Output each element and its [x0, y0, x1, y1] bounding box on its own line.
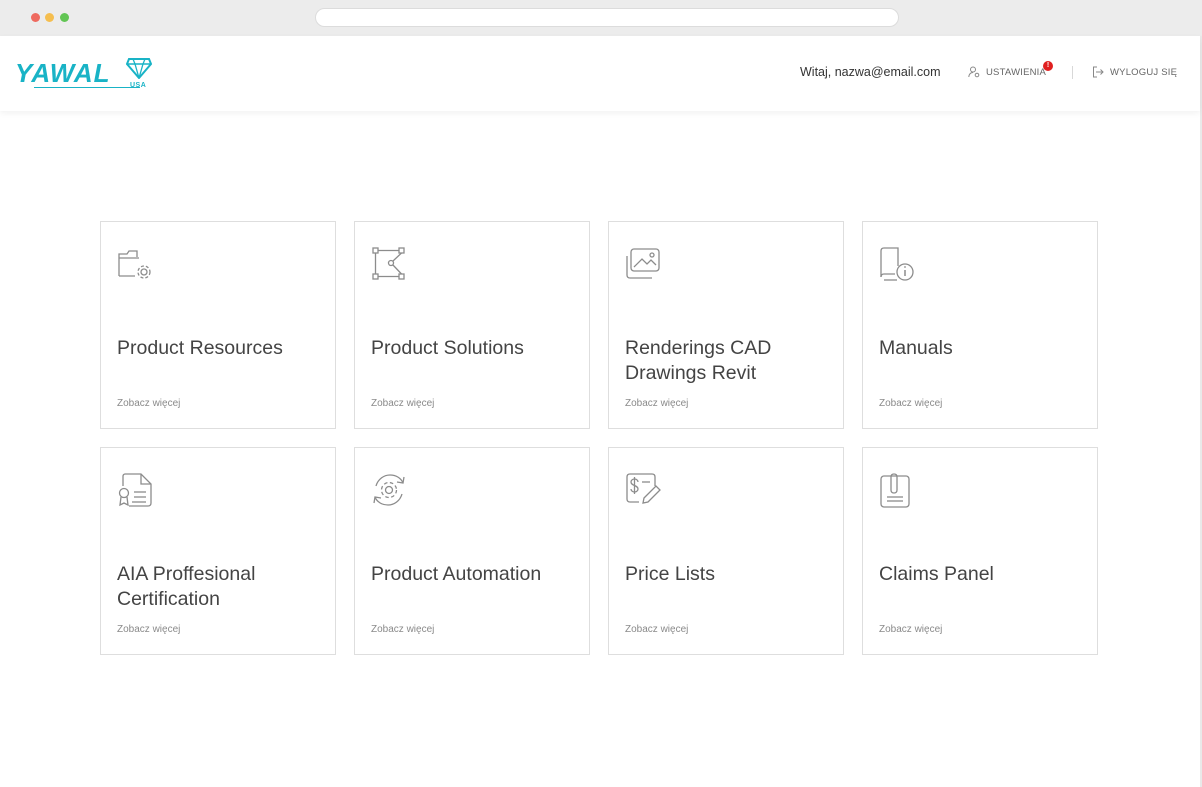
card-title: Renderings CAD Drawings Revit	[625, 337, 772, 384]
logo-sub: USA	[130, 82, 147, 89]
maximize-window-dot[interactable]	[60, 13, 69, 22]
browser-chrome	[0, 0, 1202, 36]
certificate-document-icon	[118, 473, 152, 507]
vector-nodes-icon	[372, 247, 405, 280]
card-link[interactable]: Zobacz więcej	[371, 398, 434, 409]
close-window-dot[interactable]	[31, 13, 40, 22]
logout-link[interactable]: WYLOGUJ SIĘ	[1092, 65, 1177, 79]
logo-text: YAWAL	[15, 58, 111, 88]
card-title: AIA Proffesional Certification	[117, 563, 256, 610]
card-link[interactable]: Zobacz więcej	[117, 398, 180, 409]
image-gallery-icon	[626, 248, 660, 279]
settings-link[interactable]: USTAWIENIA	[968, 65, 1046, 79]
card-product-automation[interactable]: Product Automation Zobacz więcej	[354, 447, 590, 655]
minimize-window-dot[interactable]	[45, 13, 54, 22]
logo-underline	[34, 87, 140, 88]
header-divider	[1072, 66, 1073, 79]
price-edit-icon	[626, 473, 661, 504]
folder-gear-icon	[118, 250, 151, 279]
card-link[interactable]: Zobacz więcej	[879, 398, 942, 409]
card-price-lists[interactable]: Price Lists Zobacz więcej	[608, 447, 844, 655]
logout-icon	[1093, 66, 1104, 78]
page: YAWAL USA Witaj, nazwa@email.com USTAWIE…	[0, 36, 1200, 787]
card-link[interactable]: Zobacz więcej	[625, 398, 688, 409]
gear-refresh-icon	[373, 474, 405, 506]
diamond-icon	[126, 58, 152, 79]
card-aia-certification[interactable]: AIA Proffesional Certification Zobacz wi…	[100, 447, 336, 655]
card-product-solutions[interactable]: Product Solutions Zobacz więcej	[354, 221, 590, 429]
card-manuals[interactable]: Manuals Zobacz więcej	[862, 221, 1098, 429]
card-claims-panel[interactable]: Claims Panel Zobacz więcej	[862, 447, 1098, 655]
card-link[interactable]: Zobacz więcej	[117, 624, 180, 635]
card-link[interactable]: Zobacz więcej	[371, 624, 434, 635]
welcome-text: Witaj, nazwa@email.com	[800, 65, 941, 79]
settings-label: USTAWIENIA	[986, 66, 1047, 78]
card-link[interactable]: Zobacz więcej	[625, 624, 688, 635]
book-info-icon	[880, 247, 914, 281]
user-settings-icon	[968, 66, 980, 78]
card-renderings[interactable]: Renderings CAD Drawings Revit Zobacz wię…	[608, 221, 844, 429]
card-title: Product Solutions	[371, 337, 524, 359]
card-link[interactable]: Zobacz więcej	[879, 624, 942, 635]
yawal-logo[interactable]: YAWAL USA	[15, 56, 155, 92]
card-title: Manuals	[879, 337, 953, 359]
card-title: Claims Panel	[879, 563, 994, 585]
settings-notification-badge: !	[1043, 61, 1053, 71]
clipboard-paperclip-icon	[880, 473, 910, 508]
card-title: Product Automation	[371, 563, 542, 585]
card-title: Price Lists	[625, 563, 715, 585]
header: YAWAL USA Witaj, nazwa@email.com USTAWIE…	[0, 36, 1200, 111]
address-bar[interactable]	[315, 8, 899, 27]
card-title: Product Resources	[117, 337, 283, 359]
logout-label: WYLOGUJ SIĘ	[1110, 66, 1178, 78]
card-product-resources[interactable]: Product Resources Zobacz więcej	[100, 221, 336, 429]
